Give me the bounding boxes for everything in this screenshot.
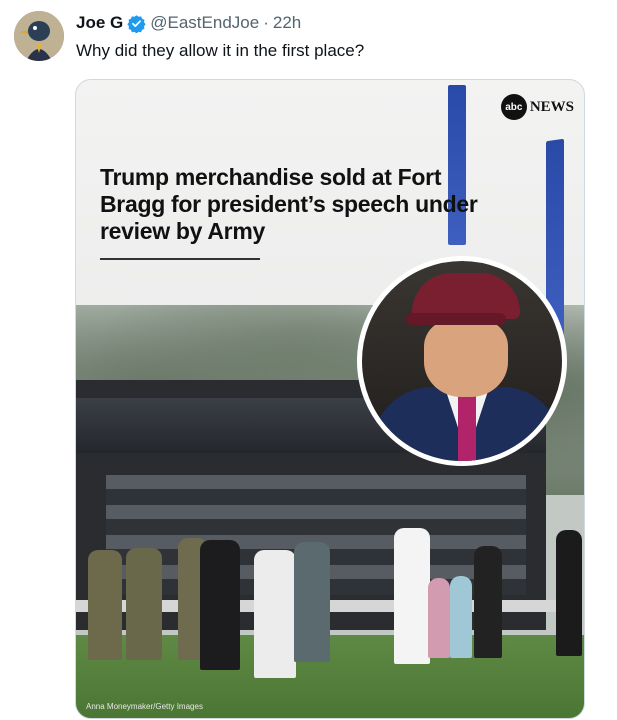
photo-person (254, 550, 296, 678)
photo-person (200, 540, 240, 670)
photo-person (88, 550, 122, 660)
photo-person (428, 578, 450, 658)
photo-person (474, 546, 502, 658)
avatar[interactable] (14, 11, 64, 61)
author-name[interactable]: Joe G (76, 12, 123, 34)
article-headline: Trump merchandise sold at Fort Bragg for… (100, 164, 478, 244)
tweet-header: Joe G @EastEndJoe · 22h (76, 12, 301, 34)
photo-person (294, 542, 330, 662)
abc-news-logo: abc NEWS (500, 94, 574, 120)
bird-avatar-icon (14, 11, 64, 61)
photo-person (450, 576, 472, 658)
header-separator: · (263, 13, 269, 32)
portrait-cap-brim (406, 313, 506, 325)
news-logo-text: NEWS (529, 98, 574, 115)
photo-person (126, 548, 162, 660)
abc-logo-mark: abc (500, 94, 527, 120)
tweet-timestamp[interactable]: 22h (273, 12, 301, 34)
photo-credit: Anna Moneymaker/Getty Images (86, 702, 203, 711)
portrait-face (424, 319, 508, 397)
photo-person (394, 528, 430, 664)
headline-divider (100, 258, 260, 260)
verified-badge-icon (127, 14, 146, 33)
author-handle[interactable]: @EastEndJoe (150, 12, 259, 34)
inset-portrait (357, 256, 567, 466)
photo-person (556, 530, 582, 656)
portrait-tie (458, 391, 476, 461)
tweet-text: Why did they allow it in the first place… (76, 41, 365, 60)
tweet-media-image[interactable]: abc NEWS Trump merchandise sold at Fort … (75, 79, 585, 719)
